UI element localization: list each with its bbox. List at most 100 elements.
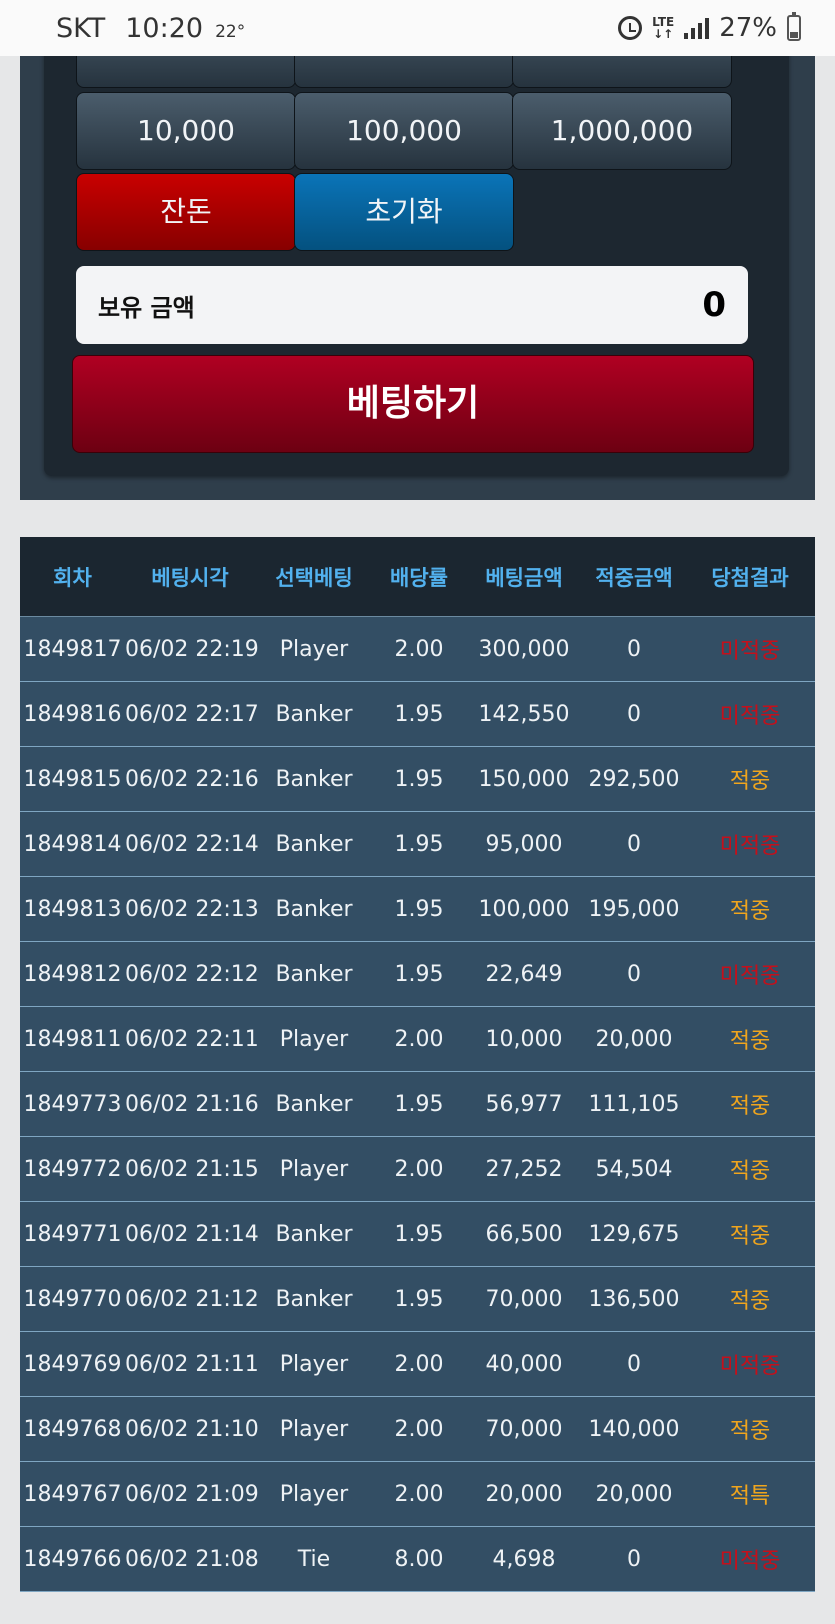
cell-bet-time: 06/02 22:13 [125, 876, 259, 942]
cell-odds: 1.95 [373, 941, 465, 1007]
chip-button-1000000[interactable]: 1,000,000 [512, 92, 732, 170]
cell-round: 1849813 [20, 876, 125, 942]
cell-bet-choice: Banker [255, 811, 373, 877]
change-button[interactable]: 잔돈 [76, 173, 296, 251]
cell-bet-choice: Player [255, 1396, 373, 1462]
cell-bet-choice: Tie [255, 1526, 373, 1592]
cell-bet-time: 06/02 21:14 [125, 1201, 259, 1267]
cell-bet-time: 06/02 22:17 [125, 681, 259, 747]
cell-result: 미적중 [685, 1526, 815, 1592]
cell-round: 1849814 [20, 811, 125, 877]
cell-odds: 2.00 [373, 1331, 465, 1397]
cell-result: 적중 [685, 1201, 815, 1267]
battery-icon [787, 12, 801, 41]
column-header-win-amount: 적중금액 [583, 537, 685, 617]
column-header-bet-time: 베팅시각 [125, 537, 255, 617]
cell-bet-amount: 10,000 [465, 1006, 583, 1072]
cell-bet-choice: Player [255, 1461, 373, 1527]
cell-round: 1849772 [20, 1136, 125, 1202]
cell-bet-choice: Player [255, 1331, 373, 1397]
cell-bet-time: 06/02 22:12 [125, 941, 259, 1007]
cell-result: 적중 [685, 1266, 815, 1332]
cell-round: 1849766 [20, 1526, 125, 1592]
cell-bet-amount: 27,252 [465, 1136, 583, 1202]
cell-result: 미적중 [685, 681, 815, 747]
chip-button-100000[interactable]: 100,000 [294, 92, 514, 170]
cell-bet-time: 06/02 21:08 [125, 1526, 259, 1592]
cell-round: 1849767 [20, 1461, 125, 1527]
cell-win-amount: 0 [583, 1331, 685, 1397]
table-row: 1849772 06/02 21:15 Player 2.00 27,252 54,504… [20, 1136, 815, 1202]
cell-bet-choice: Player [255, 1136, 373, 1202]
cell-win-amount: 0 [583, 616, 685, 682]
table-body: 1849817 06/02 22:19 Player 2.00 300,000 0 미적중 1… [20, 616, 815, 1592]
cell-bet-amount: 20,000 [465, 1461, 583, 1527]
cell-result: 미적중 [685, 1331, 815, 1397]
status-right: LTE ↓↑ 27% [618, 12, 801, 43]
cell-win-amount: 111,105 [583, 1071, 685, 1137]
cell-win-amount: 0 [583, 681, 685, 747]
cell-bet-amount: 150,000 [465, 746, 583, 812]
cell-bet-amount: 300,000 [465, 616, 583, 682]
cell-bet-amount: 100,000 [465, 876, 583, 942]
cell-bet-choice: Banker [255, 1201, 373, 1267]
temperature: 22° [215, 21, 246, 42]
cell-bet-time: 06/02 22:14 [125, 811, 259, 877]
cell-bet-choice: Player [255, 1006, 373, 1072]
cell-odds: 2.00 [373, 1396, 465, 1462]
cell-odds: 8.00 [373, 1526, 465, 1592]
status-bar: SKT 10:20 22° LTE ↓↑ 27% [0, 0, 835, 56]
status-left: SKT 10:20 22° [56, 13, 245, 44]
reset-button[interactable]: 초기화 [294, 173, 514, 251]
cell-bet-amount: 95,000 [465, 811, 583, 877]
cell-result: 적중 [685, 1071, 815, 1137]
cell-round: 1849768 [20, 1396, 125, 1462]
cell-odds: 1.95 [373, 1201, 465, 1267]
cell-bet-time: 06/02 21:10 [125, 1396, 259, 1462]
cell-round: 1849769 [20, 1331, 125, 1397]
place-bet-button[interactable]: 베팅하기 [72, 355, 754, 453]
network-label: LTE [652, 15, 675, 29]
cell-result: 적중 [685, 1006, 815, 1072]
cell-round: 1849770 [20, 1266, 125, 1332]
cell-round: 1849815 [20, 746, 125, 812]
cell-bet-choice: Player [255, 616, 373, 682]
cell-bet-choice: Banker [255, 941, 373, 1007]
cell-bet-amount: 70,000 [465, 1396, 583, 1462]
table-row: 1849766 06/02 21:08 Tie 8.00 4,698 0 미적중 [20, 1526, 815, 1592]
cell-round: 1849812 [20, 941, 125, 1007]
table-row: 1849814 06/02 22:14 Banker 1.95 95,000 0 미적중 [20, 811, 815, 877]
cell-odds: 1.95 [373, 681, 465, 747]
cell-round: 1849816 [20, 681, 125, 747]
cell-bet-choice: Banker [255, 1266, 373, 1332]
cell-bet-time: 06/02 22:19 [125, 616, 259, 682]
cell-odds: 2.00 [373, 616, 465, 682]
balance-box: 보유 금액 0 [76, 266, 748, 344]
cell-odds: 2.00 [373, 1461, 465, 1527]
cell-win-amount: 0 [583, 811, 685, 877]
cell-bet-amount: 70,000 [465, 1266, 583, 1332]
table-row: 1849812 06/02 22:12 Banker 1.95 22,649 0 미적중 [20, 941, 815, 1007]
clock: 10:20 [125, 12, 204, 44]
table-row: 1849773 06/02 21:16 Banker 1.95 56,977 111,10… [20, 1071, 815, 1137]
cell-bet-amount: 66,500 [465, 1201, 583, 1267]
cell-win-amount: 20,000 [583, 1461, 685, 1527]
cell-bet-time: 06/02 21:12 [125, 1266, 259, 1332]
cell-result: 적중 [685, 1136, 815, 1202]
cell-win-amount: 140,000 [583, 1396, 685, 1462]
cell-odds: 1.95 [373, 811, 465, 877]
cell-win-amount: 0 [583, 941, 685, 1007]
cell-odds: 1.95 [373, 746, 465, 812]
cell-bet-time: 06/02 22:16 [125, 746, 259, 812]
cell-odds: 1.95 [373, 876, 465, 942]
cell-win-amount: 129,675 [583, 1201, 685, 1267]
cell-result: 적특 [685, 1461, 815, 1527]
cell-bet-amount: 22,649 [465, 941, 583, 1007]
cell-bet-time: 06/02 22:11 [125, 1006, 259, 1072]
table-header-row: 회차 베팅시각 선택베팅 배당률 베팅금액 적중금액 당첨결과 [20, 537, 815, 617]
cell-bet-choice: Banker [255, 746, 373, 812]
cell-odds: 2.00 [373, 1006, 465, 1072]
column-header-result: 당첨결과 [685, 537, 815, 617]
cell-win-amount: 0 [583, 1526, 685, 1592]
chip-button-10000[interactable]: 10,000 [76, 92, 296, 170]
